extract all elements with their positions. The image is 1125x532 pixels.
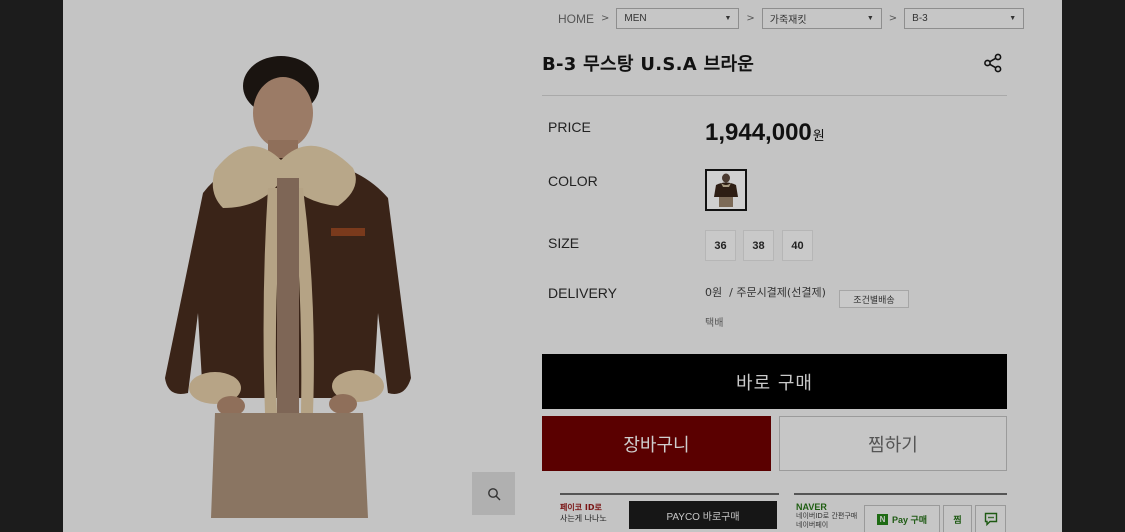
size-option-38[interactable]: 38 xyxy=(743,230,774,261)
price-unit: 원 xyxy=(812,128,825,143)
category-select-value: MEN xyxy=(624,13,647,24)
title-divider xyxy=(542,95,1007,96)
product-image[interactable] xyxy=(153,48,423,518)
payco-promo-line-2: 사는게 나나노 xyxy=(560,514,607,523)
payco-promo: 페이코 ID로 사는게 나나노 xyxy=(560,502,607,524)
conditional-shipping-button[interactable]: 조건별배송 xyxy=(839,290,909,308)
delivery-label: DELIVERY xyxy=(548,285,617,301)
naver-promo-line-2: 네이버페이 xyxy=(796,521,829,529)
payco-buy-button[interactable]: PAYCO 바로구매 xyxy=(629,501,777,529)
delivery-info: 0원 / 주문시결제(선결제) xyxy=(705,284,826,300)
category-select-men[interactable]: MEN ▼ xyxy=(616,8,740,29)
size-option-40[interactable]: 40 xyxy=(782,230,813,261)
color-swatch-brown[interactable] xyxy=(705,169,747,211)
naver-pay-button[interactable]: N Pay 구매 xyxy=(864,505,940,532)
chevron-down-icon: ▼ xyxy=(1009,15,1017,22)
payco-section: 페이코 ID로 사는게 나나노 PAYCO 바로구매 xyxy=(560,493,779,532)
price-amount: 1,944,000 xyxy=(705,119,812,146)
jacket-model-image xyxy=(165,56,411,518)
naver-promo: NAVER 네이버ID로 간편구매 네이버페이 xyxy=(796,503,857,530)
size-label: SIZE xyxy=(548,235,580,251)
breadcrumb-separator: > xyxy=(746,13,755,24)
talk-icon xyxy=(984,512,997,526)
zoom-button[interactable] xyxy=(472,472,515,515)
chevron-down-icon: ▼ xyxy=(724,15,732,22)
search-icon xyxy=(487,487,500,500)
category-select-value: 가죽재킷 xyxy=(769,15,807,26)
price-value: 1,944,000원 xyxy=(705,119,825,147)
naver-logo: NAVER xyxy=(796,502,827,512)
naver-pay-label: Pay 구매 xyxy=(891,514,928,525)
naver-n-icon: N xyxy=(876,513,888,525)
price-label: PRICE xyxy=(548,119,591,135)
share-icon xyxy=(984,53,1002,73)
product-title: B-3 무스탕 U.S.A 브라운 xyxy=(542,54,755,75)
delivery-fee: 0원 xyxy=(705,286,723,299)
breadcrumb: HOME > MEN ▼ > 가죽재킷 ▼ > B-3 ▼ xyxy=(558,8,1025,29)
breadcrumb-home[interactable]: HOME xyxy=(558,12,594,26)
product-page: HOME > MEN ▼ > 가죽재킷 ▼ > B-3 ▼ B-3 무스탕 U.… xyxy=(63,0,1062,532)
chevron-down-icon: ▼ xyxy=(866,15,874,22)
category-select-b3[interactable]: B-3 ▼ xyxy=(904,8,1025,29)
wishlist-button[interactable]: 찜하기 xyxy=(779,416,1007,471)
breadcrumb-separator: > xyxy=(888,13,898,24)
category-select-leather-jacket[interactable]: 가죽재킷 ▼ xyxy=(761,8,882,29)
category-select-value: B-3 xyxy=(912,13,928,24)
size-option-36[interactable]: 36 xyxy=(705,230,736,261)
naver-talk-button[interactable] xyxy=(975,505,1006,532)
color-swatch-thumbnail xyxy=(714,173,738,207)
share-button[interactable] xyxy=(983,53,1003,73)
naver-promo-line-1: 네이버ID로 간편구매 xyxy=(796,512,858,520)
add-to-cart-button[interactable]: 장바구니 xyxy=(542,416,771,471)
payco-promo-line-1: 페이코 ID로 xyxy=(560,503,602,512)
color-label: COLOR xyxy=(548,173,598,189)
naver-pay-section: NAVER 네이버ID로 간편구매 네이버페이 N Pay 구매 찜 xyxy=(794,493,1007,532)
delivery-payment: / 주문시결제(선결제) xyxy=(729,286,826,299)
breadcrumb-separator: > xyxy=(601,13,610,24)
buy-now-button[interactable]: 바로 구매 xyxy=(542,354,1007,409)
naver-zzim-button[interactable]: 찜 xyxy=(943,505,972,532)
delivery-method: 택배 xyxy=(705,318,724,329)
